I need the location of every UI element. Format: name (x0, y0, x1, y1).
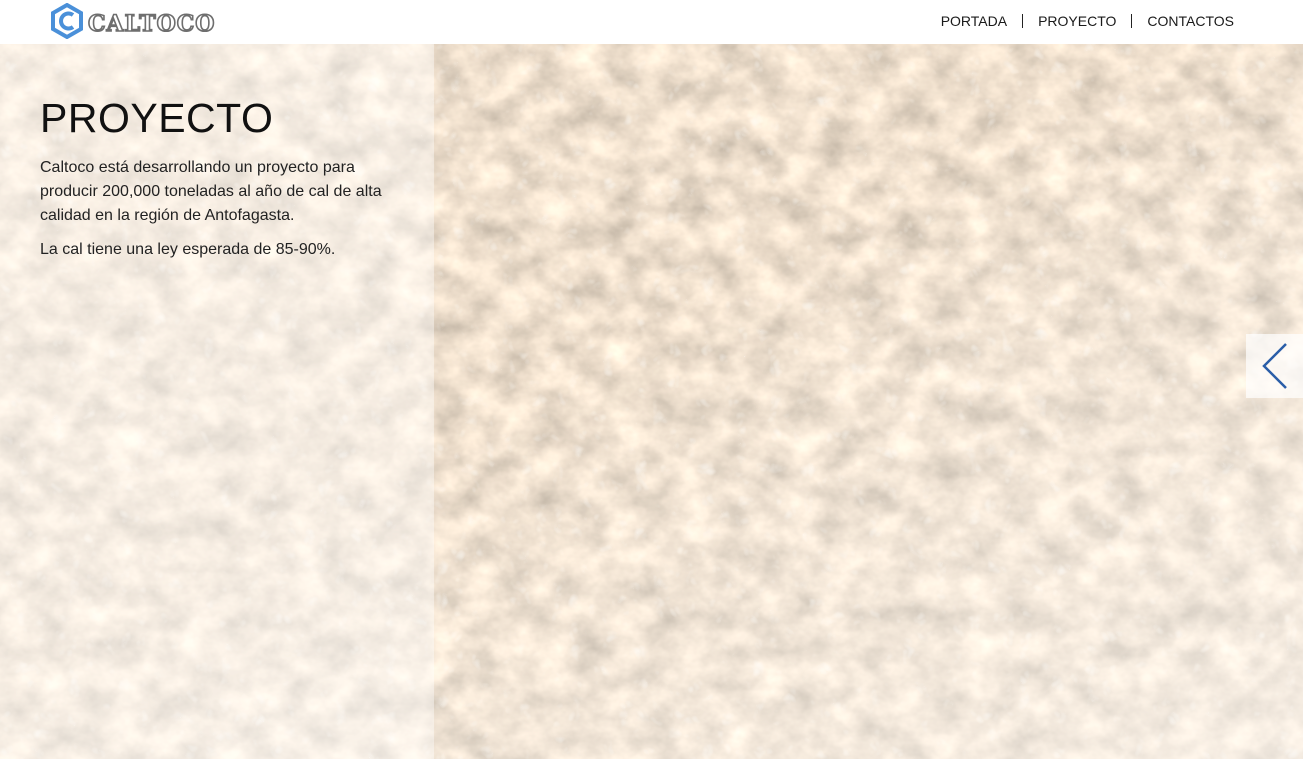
chevron-left-icon (1261, 343, 1287, 389)
content-panel: PROYECTO Caltoco está desarrollando un p… (0, 44, 434, 759)
brand-logo[interactable]: CALTOCO (50, 3, 215, 39)
hexagon-c-logo-icon (51, 3, 83, 39)
grade-paragraph: La cal tiene una ley esperada de 85-90%. (40, 241, 336, 258)
page-title: PROYECTO (40, 95, 274, 141)
site-header: CALTOCO PORTADA PROYECTO CONTACTOS (0, 0, 1303, 44)
brand-name: CALTOCO (87, 10, 216, 38)
nav-link-portada[interactable]: PORTADA (941, 12, 1007, 30)
nav-link-contactos[interactable]: CONTACTOS (1147, 12, 1234, 30)
hero-slider: PROYECTO Caltoco está desarrollando un p… (0, 44, 1303, 759)
nav-divider (1131, 14, 1133, 28)
main-nav: PORTADA PROYECTO CONTACTOS (941, 12, 1234, 30)
nav-link-proyecto[interactable]: PROYECTO (1038, 12, 1116, 30)
slider-prev-button[interactable] (1246, 334, 1303, 398)
panel-body: Caltoco está desarrollando un proyecto p… (40, 156, 400, 272)
nav-divider (1022, 14, 1024, 28)
scrollbar-gutter (1303, 44, 1308, 759)
intro-paragraph: Caltoco está desarrollando un proyecto p… (40, 159, 382, 224)
